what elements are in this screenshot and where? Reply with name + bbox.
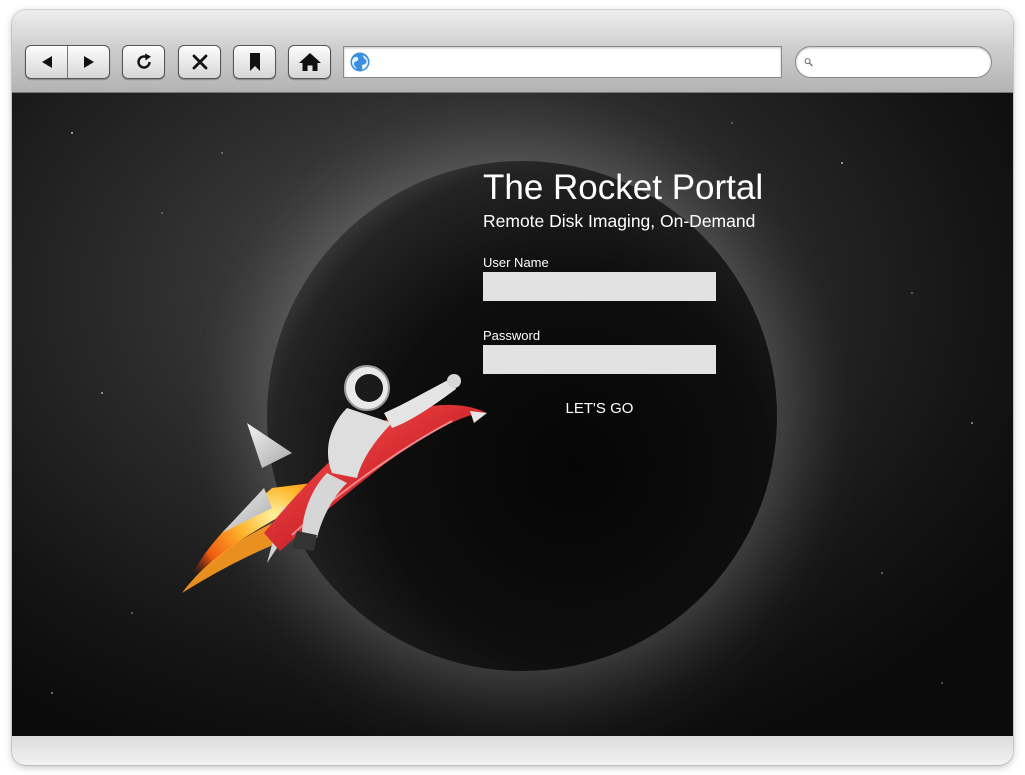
reload-button[interactable] — [122, 45, 165, 79]
search-bar — [795, 46, 992, 78]
password-label: Password — [483, 328, 541, 343]
username-field[interactable] — [483, 272, 716, 301]
address-input[interactable] — [371, 48, 781, 76]
reload-icon — [136, 53, 151, 69]
browser-toolbar — [12, 10, 1013, 93]
page-title: The Rocket Portal — [483, 168, 764, 207]
username-label: User Name — [483, 255, 549, 270]
close-icon — [192, 54, 207, 70]
globe-icon — [350, 52, 370, 72]
back-button[interactable] — [26, 46, 67, 78]
bookmark-button[interactable] — [233, 45, 276, 79]
astronaut-rocket-illustration — [182, 365, 487, 593]
stop-button[interactable] — [178, 45, 221, 79]
browser-window: The Rocket Portal Remote Disk Imaging, O… — [12, 10, 1013, 765]
page-subtitle: Remote Disk Imaging, On-Demand — [483, 211, 756, 231]
forward-button[interactable] — [67, 46, 109, 78]
bookmark-icon — [249, 53, 260, 71]
login-panel: The Rocket Portal Remote Disk Imaging, O… — [483, 167, 783, 417]
search-icon — [804, 58, 813, 67]
home-button[interactable] — [288, 45, 331, 79]
triangle-left-icon — [41, 56, 52, 68]
search-input[interactable] — [813, 48, 991, 76]
password-field[interactable] — [483, 345, 716, 374]
lets-go-button[interactable]: LET'S GO — [483, 400, 716, 417]
home-icon — [298, 53, 321, 71]
triangle-right-icon — [83, 56, 94, 68]
address-bar — [343, 46, 782, 78]
page-content: The Rocket Portal Remote Disk Imaging, O… — [12, 93, 1013, 736]
back-forward-group — [25, 45, 110, 79]
browser-status-bar — [12, 736, 1013, 765]
